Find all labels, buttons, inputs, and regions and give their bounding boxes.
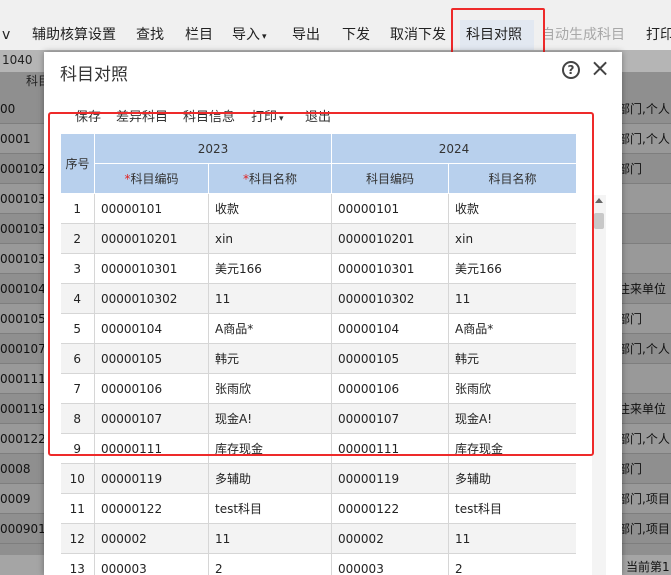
name-2023-cell[interactable]: 11 xyxy=(208,523,333,554)
code-2024-cell[interactable]: 000003 xyxy=(331,553,450,575)
help-icon[interactable]: ? xyxy=(562,61,580,79)
scrollbar-thumb[interactable] xyxy=(594,213,604,229)
vertical-scrollbar[interactable] xyxy=(592,195,606,575)
code-2024-cell[interactable]: 000002 xyxy=(331,523,450,554)
name-2024-cell[interactable]: 多辅助 xyxy=(448,463,576,494)
dialog-header: 科目对照 ? × xyxy=(44,52,622,92)
annotation-grid-highlight xyxy=(48,112,594,456)
code-2023-cell[interactable]: 00000119 xyxy=(94,463,209,494)
name-2024-cell[interactable]: test科目 xyxy=(448,493,576,524)
table-row[interactable]: 11 00000122 test科目 00000122 test科目 xyxy=(60,493,576,524)
row-seq: 12 xyxy=(60,523,95,554)
row-seq: 13 xyxy=(60,553,95,575)
code-2024-cell[interactable]: 00000122 xyxy=(331,493,450,524)
dialog-title: 科目对照 xyxy=(60,65,128,85)
table-row[interactable]: 12 000002 11 000002 11 xyxy=(60,523,576,554)
scroll-up-icon[interactable] xyxy=(595,198,603,203)
name-2023-cell[interactable]: 2 xyxy=(208,553,333,575)
name-2024-cell[interactable]: 2 xyxy=(448,553,576,575)
name-2023-cell[interactable]: 多辅助 xyxy=(208,463,333,494)
code-2023-cell[interactable]: 000003 xyxy=(94,553,209,575)
table-row[interactable]: 10 00000119 多辅助 00000119 多辅助 xyxy=(60,463,576,494)
row-seq: 10 xyxy=(60,463,95,494)
table-row[interactable]: 13 000003 2 000003 2 xyxy=(60,553,576,575)
code-2023-cell[interactable]: 00000122 xyxy=(94,493,209,524)
close-icon[interactable]: × xyxy=(590,56,610,80)
row-seq: 11 xyxy=(60,493,95,524)
code-2024-cell[interactable]: 00000119 xyxy=(331,463,450,494)
code-2023-cell[interactable]: 000002 xyxy=(94,523,209,554)
name-2024-cell[interactable]: 11 xyxy=(448,523,576,554)
name-2023-cell[interactable]: test科目 xyxy=(208,493,333,524)
